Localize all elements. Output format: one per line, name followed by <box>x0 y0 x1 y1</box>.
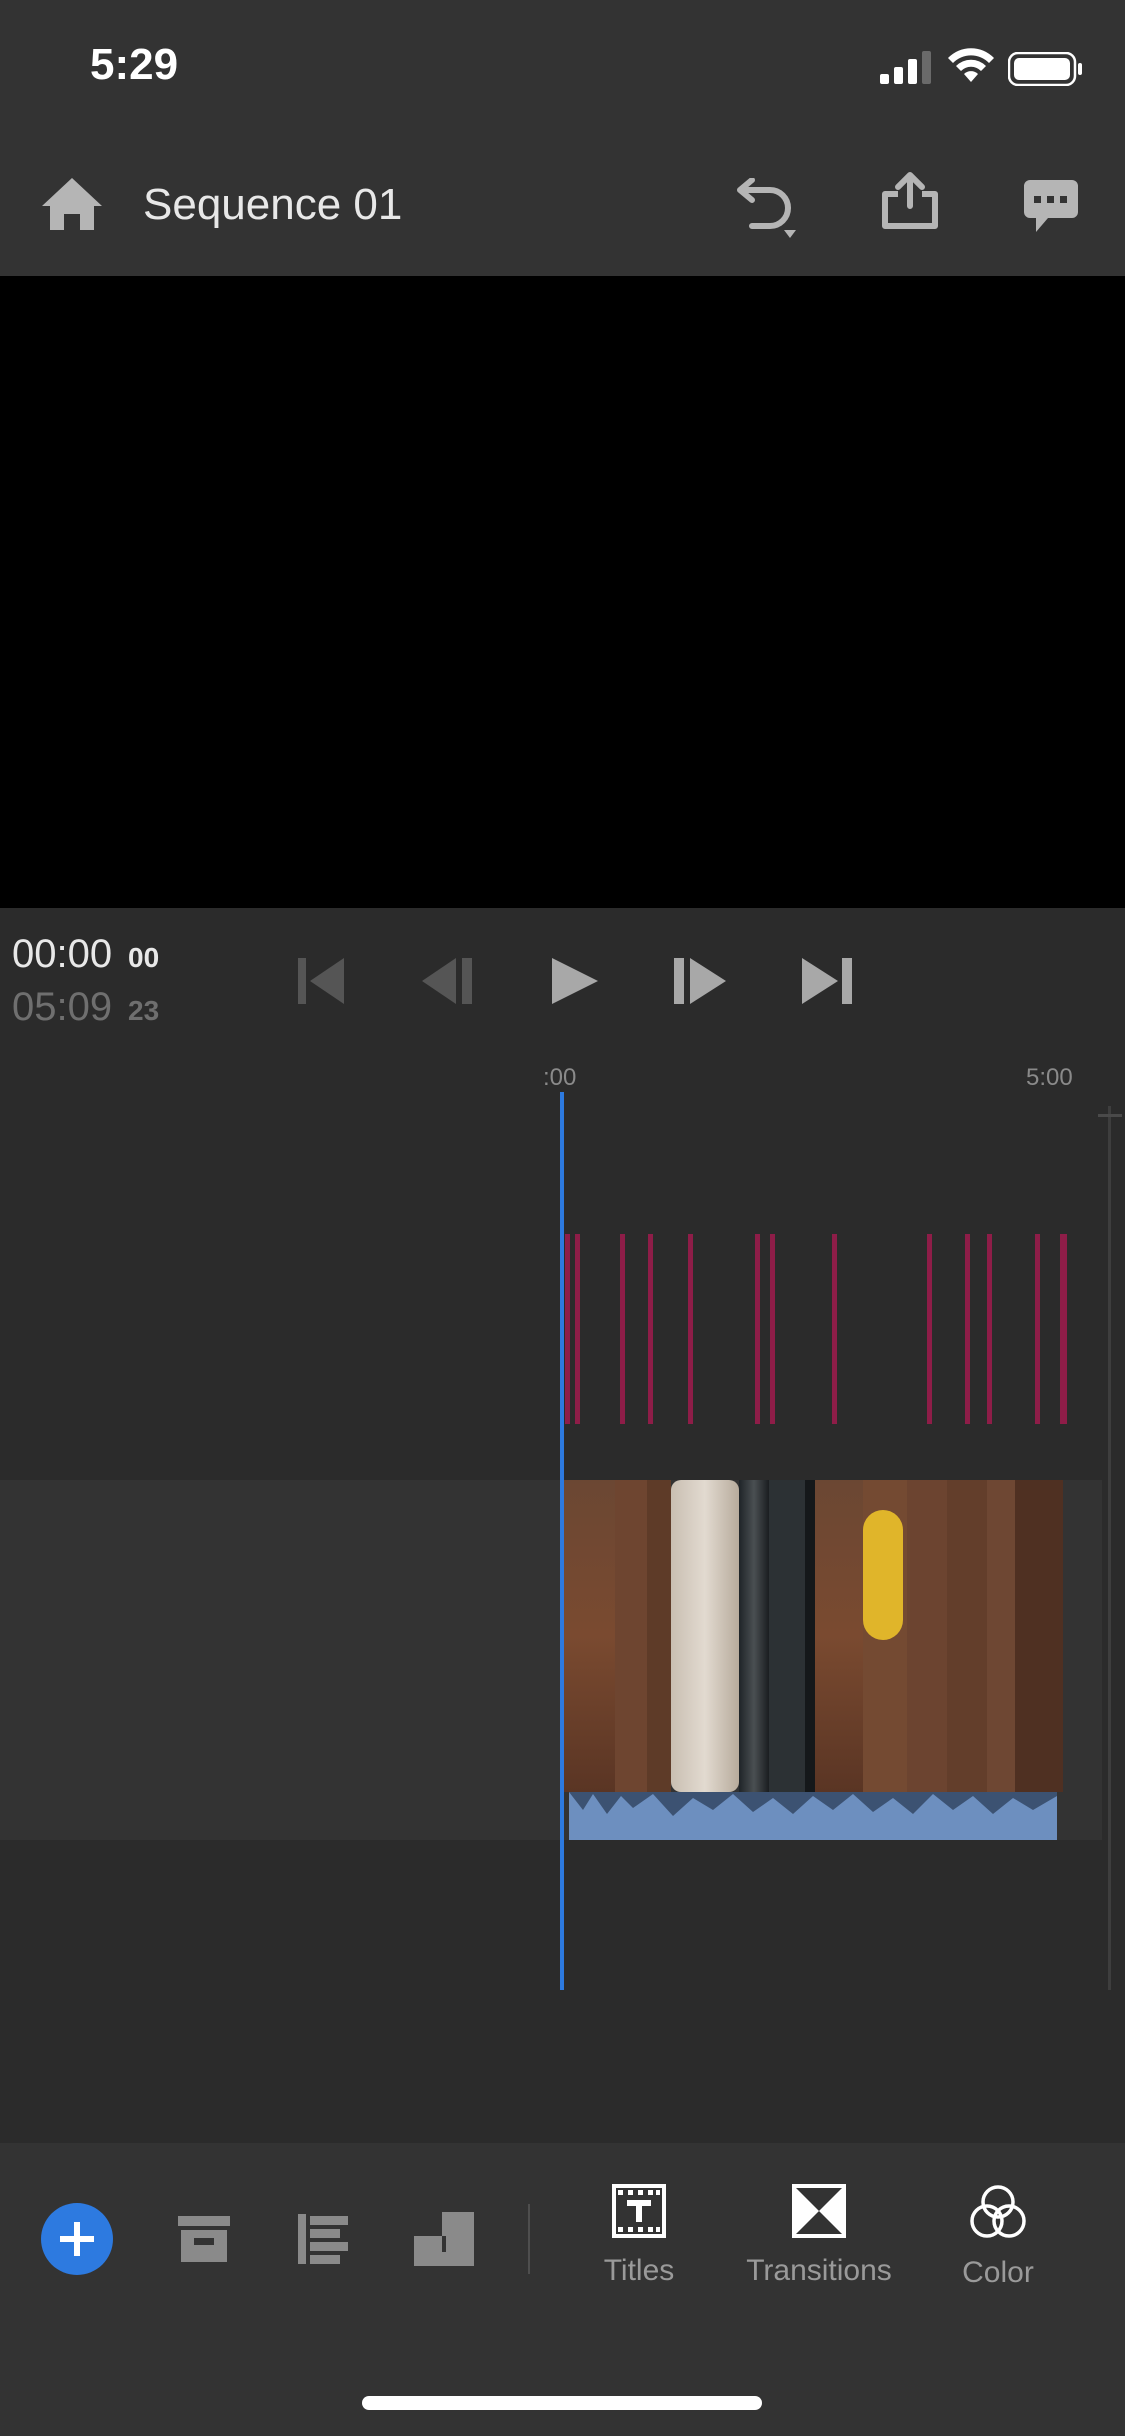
undo-icon[interactable] <box>730 178 802 240</box>
color-label: Color <box>962 2256 1034 2289</box>
marker <box>648 1234 653 1424</box>
step-back-icon[interactable] <box>420 956 474 1006</box>
marker-track[interactable] <box>560 1230 1080 1426</box>
clip-thumbnail <box>615 1480 647 1792</box>
video-preview[interactable] <box>0 276 1125 908</box>
sequence-title[interactable]: Sequence 01 <box>143 180 402 230</box>
color-button[interactable]: Color <box>908 2184 1088 2290</box>
marker <box>688 1234 693 1424</box>
home-indicator[interactable] <box>362 2396 762 2410</box>
titles-icon <box>612 2184 666 2238</box>
wifi-icon <box>947 48 995 84</box>
clip-thumbnail <box>987 1480 1015 1792</box>
clip-thumbnail <box>769 1480 805 1792</box>
skip-to-start-icon[interactable] <box>296 956 348 1006</box>
status-time: 5:29 <box>90 40 179 89</box>
clip-thumbnail <box>805 1480 815 1792</box>
current-timecode: 00:00 <box>12 932 113 976</box>
battery-icon <box>1008 52 1084 86</box>
transitions-label: Transitions <box>746 2254 892 2287</box>
marker <box>927 1234 932 1424</box>
share-icon[interactable] <box>880 172 940 230</box>
marker <box>565 1234 570 1424</box>
marker <box>770 1234 775 1424</box>
toolbar-divider <box>528 2204 530 2274</box>
transitions-button[interactable]: Transitions <box>729 2184 909 2288</box>
marker <box>620 1234 625 1424</box>
transitions-icon <box>792 2184 846 2238</box>
marker <box>755 1234 760 1424</box>
play-icon[interactable] <box>550 956 600 1006</box>
clip-thumbnail <box>1015 1480 1063 1792</box>
timeline-scrollbar[interactable] <box>1108 1106 1111 1990</box>
archive-icon[interactable] <box>176 2214 232 2264</box>
comment-icon[interactable] <box>1022 178 1080 234</box>
total-duration: 05:09 <box>12 985 113 1029</box>
scrollbar-tick <box>1098 1114 1122 1117</box>
marker <box>832 1234 837 1424</box>
clip-thumbnail <box>863 1510 903 1640</box>
home-icon[interactable] <box>40 176 104 232</box>
clip-thumbnail <box>647 1480 671 1792</box>
ruler-start-label: :00 <box>543 1064 577 1091</box>
marker <box>987 1234 992 1424</box>
skip-to-end-icon[interactable] <box>800 956 854 1006</box>
add-button[interactable] <box>40 2202 114 2276</box>
marker <box>965 1234 970 1424</box>
color-icon <box>969 2184 1027 2240</box>
clip-thumbnail <box>671 1480 739 1792</box>
video-clips[interactable] <box>563 1480 1063 1840</box>
marker <box>1060 1234 1067 1424</box>
align-icon[interactable] <box>296 2212 352 2266</box>
add-icon <box>41 2203 113 2275</box>
playhead[interactable] <box>560 1092 564 1990</box>
clip-thumbnail <box>907 1480 947 1792</box>
titles-button[interactable]: Titles <box>549 2184 729 2288</box>
marker <box>1035 1234 1040 1424</box>
crop-icon[interactable] <box>412 2210 476 2268</box>
current-timecode-frames: 00 <box>128 942 160 973</box>
clip-thumbnail <box>947 1480 987 1792</box>
clip-thumbnail <box>563 1480 615 1792</box>
step-forward-icon[interactable] <box>672 956 728 1006</box>
ruler-end-label: 5:00 <box>1026 1064 1073 1091</box>
marker <box>575 1234 580 1424</box>
clip-thumbnail <box>815 1480 863 1792</box>
titles-label: Titles <box>603 2254 675 2287</box>
total-duration-frames: 23 <box>128 995 160 1026</box>
signal-icon <box>880 50 934 84</box>
clip-thumbnail <box>739 1480 769 1792</box>
